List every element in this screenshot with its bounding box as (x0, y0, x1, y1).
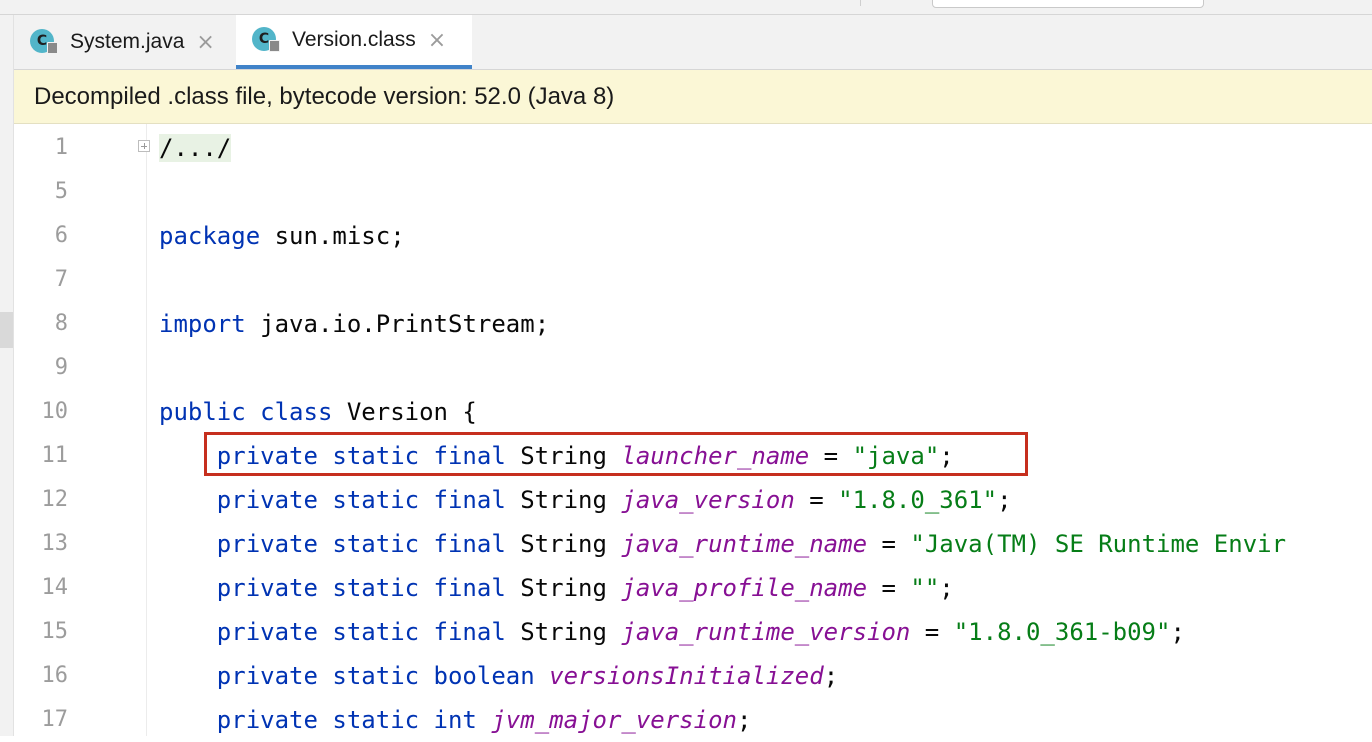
code-line-13: 13 private static final String java_runt… (14, 522, 1372, 566)
line-number: 7 (54, 267, 68, 292)
tab-system-java[interactable]: C System.java × (14, 15, 236, 69)
code-line-16: 16 private static boolean versionsInitia… (14, 654, 1372, 698)
code-line-7: 7 (14, 258, 1372, 302)
line-number: 13 (41, 531, 69, 556)
string-literal: "1.8.0_361" (838, 486, 998, 514)
editor-tab-bar: C System.java × C Version.class × (14, 15, 1372, 70)
type-name: String (505, 574, 622, 602)
left-tool-strip-marker[interactable] (0, 312, 13, 348)
line-number: 11 (41, 443, 69, 468)
line-number: 9 (54, 355, 68, 380)
code-text: java.io.PrintStream; (245, 310, 550, 338)
keyword: private static final (216, 530, 506, 558)
code-line-10: 10 public class Version { (14, 390, 1372, 434)
semicolon: ; (823, 662, 839, 690)
highlight-annotation-box (204, 432, 1028, 476)
field-name: java_version (621, 486, 795, 514)
left-tool-strip (0, 15, 14, 736)
field-name: versionsInitialized (549, 662, 824, 690)
line-number: 6 (54, 223, 68, 248)
string-literal: "" (910, 574, 940, 602)
field-name: java_runtime_name (621, 530, 868, 558)
semicolon: ; (736, 706, 752, 734)
type-name: String (505, 530, 622, 558)
code-line-17: 17 private static int jvm_major_version; (14, 698, 1372, 742)
code-line-8: 8 import java.io.PrintStream; (14, 302, 1372, 346)
toolbar-search-field[interactable] (932, 0, 1204, 8)
code-text: Version { (332, 398, 477, 426)
code-line-5: 5 (14, 170, 1372, 214)
keyword: private static int (216, 706, 477, 734)
line-number: 5 (54, 179, 68, 204)
keyword: private static final (216, 618, 506, 646)
code-line-15: 15 private static final String java_runt… (14, 610, 1372, 654)
string-literal: "1.8.0_361-b09" (953, 618, 1171, 646)
operator: = (910, 618, 954, 646)
line-number: 10 (41, 399, 69, 424)
code-line-14: 14 private static final String java_prof… (14, 566, 1372, 610)
field-name: jvm_major_version (491, 706, 737, 734)
code-editor[interactable]: 1 /.../ 5 6 package sun.misc; 7 8 import… (14, 124, 1372, 736)
line-number: 12 (41, 487, 69, 512)
keyword: private static boolean (216, 662, 535, 690)
field-name: java_profile_name (621, 574, 868, 602)
lock-icon (47, 42, 58, 54)
keyword: package (159, 222, 261, 250)
semicolon: ; (997, 486, 1012, 514)
close-icon[interactable]: × (428, 28, 446, 53)
code-line-12: 12 private static final String java_vers… (14, 478, 1372, 522)
keyword: private static final (216, 574, 506, 602)
code-line-1: 1 /.../ (14, 126, 1372, 170)
code-line-9: 9 (14, 346, 1372, 390)
top-toolbar-strip (0, 0, 1372, 15)
lock-icon (269, 40, 280, 52)
semicolon: ; (1170, 618, 1185, 646)
class-file-icon: C (30, 28, 58, 56)
type-name: String (505, 618, 622, 646)
line-number: 17 (41, 707, 69, 732)
line-number: 14 (41, 575, 69, 600)
decompiled-notice-banner: Decompiled .class file, bytecode version… (14, 70, 1372, 124)
toolbar-separator (860, 0, 861, 6)
string-literal: "Java(TM) SE Runtime Envir (910, 530, 1287, 558)
type-name: String (505, 486, 622, 514)
keyword: private static final (216, 486, 506, 514)
tab-label: System.java (70, 30, 185, 53)
code-line-6: 6 package sun.misc; (14, 214, 1372, 258)
operator: = (794, 486, 839, 514)
semicolon: ; (939, 574, 954, 602)
line-number: 15 (41, 619, 69, 644)
operator: = (867, 574, 911, 602)
line-number: 16 (41, 663, 69, 688)
folded-region[interactable]: /.../ (159, 134, 232, 162)
tab-version-class[interactable]: C Version.class × (236, 15, 472, 69)
operator: = (867, 530, 911, 558)
line-number: 1 (54, 135, 68, 160)
keyword: import (159, 310, 246, 338)
banner-text: Decompiled .class file, bytecode version… (34, 83, 615, 110)
keyword: public class (159, 398, 333, 426)
line-number: 8 (54, 311, 68, 336)
field-name: java_runtime_version (621, 618, 911, 646)
tab-label: Version.class (292, 28, 416, 51)
close-icon[interactable]: × (196, 30, 214, 55)
code-text: sun.misc; (260, 222, 405, 250)
class-file-icon: C (252, 26, 280, 54)
